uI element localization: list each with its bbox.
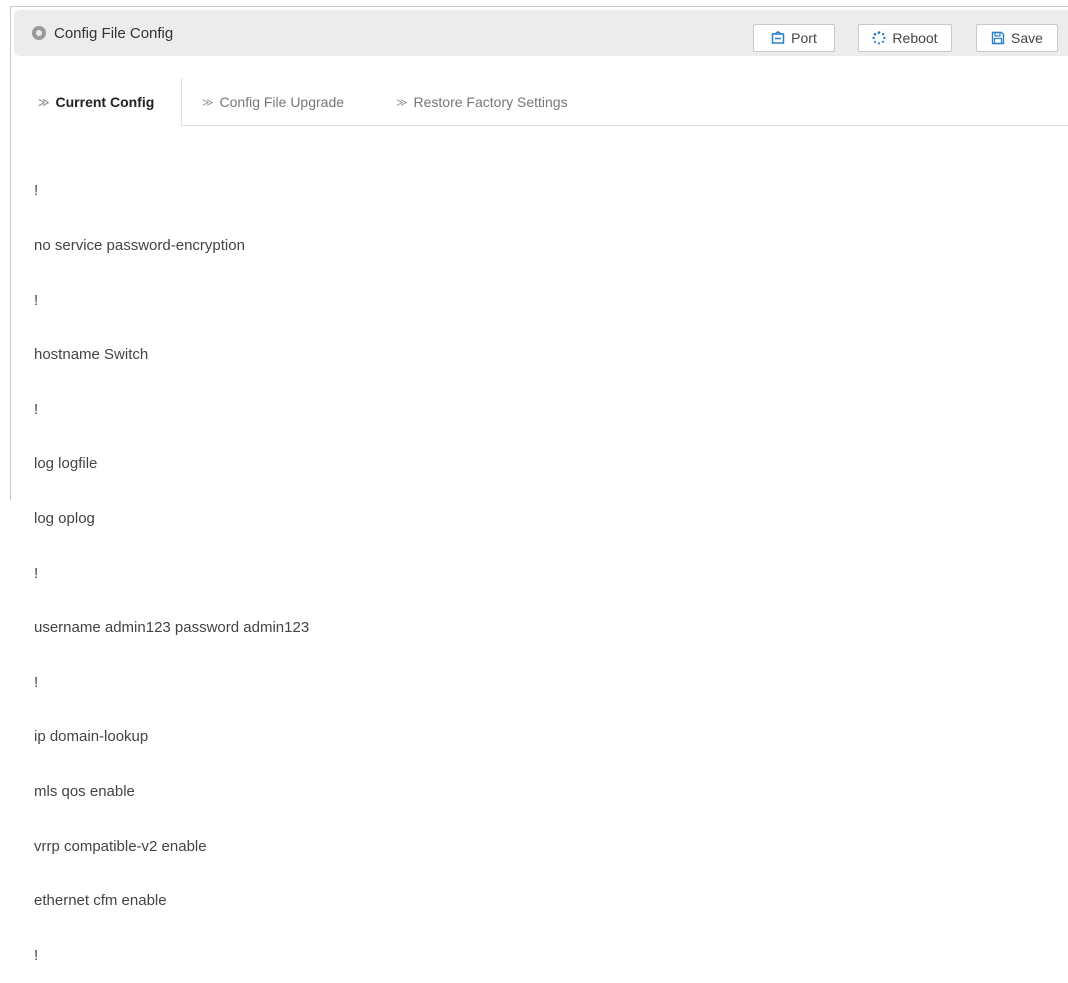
config-line: log oplog xyxy=(34,509,95,527)
floppy-icon xyxy=(991,31,1005,45)
config-line: log logfile xyxy=(34,455,98,473)
config-line: ! xyxy=(34,291,39,309)
reboot-button-label: Reboot xyxy=(892,30,938,46)
save-button[interactable]: Save xyxy=(976,24,1058,52)
port-button-label: Port xyxy=(791,30,817,46)
tab-restore-factory-settings[interactable]: ≫ Restore Factory Settings xyxy=(396,78,568,126)
tab-label: Current Config xyxy=(55,94,155,110)
chevron-right-icon: ≫ xyxy=(396,96,408,109)
config-line: ip domain-lookup xyxy=(34,728,149,746)
config-line: ! xyxy=(34,673,39,691)
tab-current-config[interactable]: ≫ Current Config xyxy=(24,78,182,126)
config-line: ! xyxy=(34,400,39,418)
tab-config-file-upgrade[interactable]: ≫ Config File Upgrade xyxy=(202,78,344,126)
config-text: ! no service password-encryption ! hostn… xyxy=(34,146,309,983)
config-line: ! xyxy=(34,946,39,964)
chevron-right-icon: ≫ xyxy=(202,96,214,109)
panel-header: Config File Config Port Reboot Save xyxy=(14,10,1068,56)
reboot-button[interactable]: Reboot xyxy=(858,24,952,52)
port-icon xyxy=(771,31,785,44)
tab-bar: ≫ Current Config ≫ Config File Upgrade ≫… xyxy=(24,78,1068,126)
config-line: ethernet cfm enable xyxy=(34,892,167,910)
config-line: hostname Switch xyxy=(34,346,149,364)
config-line: username admin123 password admin123 xyxy=(34,619,310,637)
config-line: vrrp compatible-v2 enable xyxy=(34,837,207,855)
spinner-icon xyxy=(872,31,887,45)
tab-label: Config File Upgrade xyxy=(219,94,345,110)
config-line: ! xyxy=(34,182,39,200)
circle-dot-icon xyxy=(32,26,46,40)
tab-label: Restore Factory Settings xyxy=(413,94,568,110)
header-title-wrap: Config File Config xyxy=(32,10,173,56)
config-line: no service password-encryption xyxy=(34,237,245,254)
chevron-right-icon: ≫ xyxy=(38,96,50,109)
port-button[interactable]: Port xyxy=(753,24,835,52)
config-line: mls qos enable xyxy=(34,782,135,800)
config-line: ! xyxy=(34,564,39,582)
save-button-label: Save xyxy=(1011,30,1043,46)
page-title: Config File Config xyxy=(54,24,174,42)
